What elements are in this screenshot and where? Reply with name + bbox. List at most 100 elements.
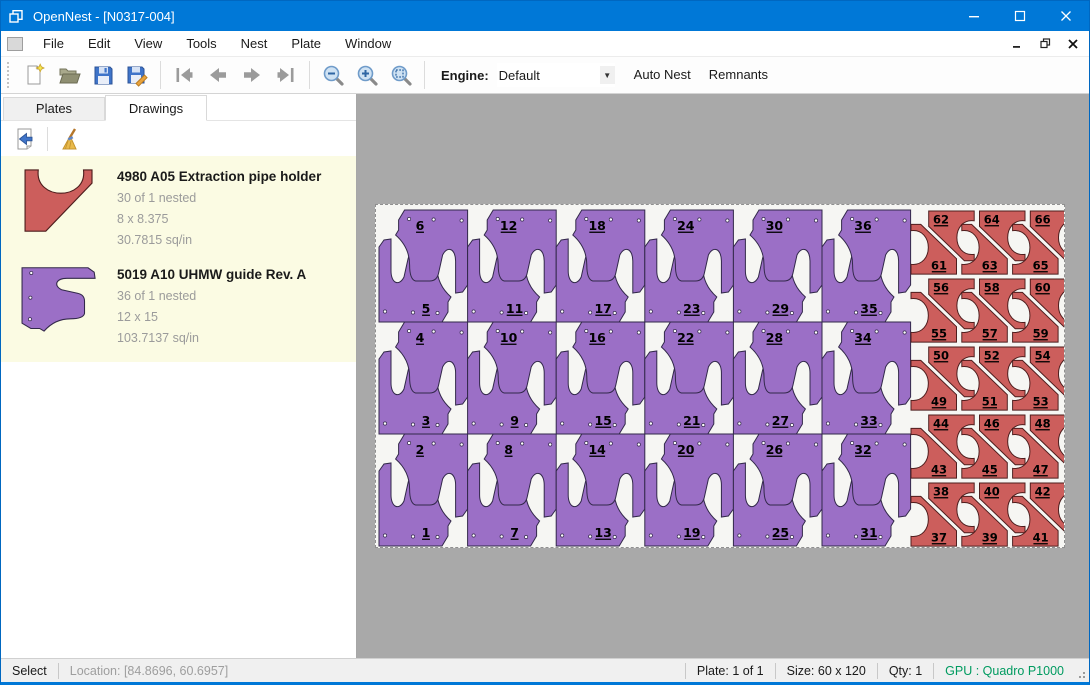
- mdi-document-icon[interactable]: [7, 37, 23, 51]
- status-mode: Select: [1, 664, 58, 678]
- import-drawing-button[interactable]: [9, 124, 39, 154]
- svg-text:36: 36: [854, 218, 872, 233]
- drawing-item-purple[interactable]: 5019 A10 UHMW guide Rev. A 36 of 1 neste…: [1, 258, 356, 356]
- status-qty: Qty: 1: [878, 664, 933, 678]
- drawing-thumbnail-purple: [15, 265, 103, 333]
- svg-text:45: 45: [982, 463, 998, 477]
- zoom-fit-button[interactable]: [384, 60, 418, 90]
- svg-text:6: 6: [416, 218, 425, 233]
- clear-drawings-button[interactable]: [56, 124, 86, 154]
- drawing-area: 103.7137 sq/in: [117, 328, 306, 349]
- menu-tools[interactable]: Tools: [174, 31, 228, 57]
- engine-select[interactable]: Default ▼: [497, 63, 615, 87]
- drawing-title: 5019 A10 UHMW guide Rev. A: [117, 265, 306, 286]
- svg-text:23: 23: [683, 301, 700, 316]
- new-file-button[interactable]: [18, 60, 52, 90]
- close-button[interactable]: [1043, 1, 1089, 31]
- svg-text:38: 38: [933, 485, 949, 499]
- remnants-button[interactable]: Remnants: [700, 61, 777, 89]
- svg-text:60: 60: [1035, 281, 1051, 295]
- svg-text:32: 32: [854, 442, 871, 457]
- plate[interactable]: 6512111817242330293635431091615222128273…: [375, 204, 1065, 548]
- mdi-close-button[interactable]: [1061, 33, 1085, 55]
- svg-text:1: 1: [422, 525, 431, 540]
- resize-grip[interactable]: [1075, 659, 1089, 682]
- minimize-button[interactable]: [951, 1, 997, 31]
- svg-text:56: 56: [933, 281, 949, 295]
- svg-text:4: 4: [416, 330, 425, 345]
- svg-text:46: 46: [984, 417, 1000, 431]
- toolbar-grip[interactable]: [7, 62, 12, 88]
- svg-text:51: 51: [982, 395, 998, 409]
- svg-text:27: 27: [772, 413, 789, 428]
- first-plate-button[interactable]: [167, 60, 201, 90]
- svg-text:3: 3: [422, 413, 431, 428]
- zoom-out-button[interactable]: [316, 60, 350, 90]
- svg-text:28: 28: [766, 330, 783, 345]
- svg-text:37: 37: [931, 531, 947, 545]
- svg-text:31: 31: [860, 525, 877, 540]
- status-bar: Select Location: [84.8696, 60.6957] Plat…: [1, 658, 1089, 682]
- svg-text:49: 49: [931, 395, 947, 409]
- menu-edit[interactable]: Edit: [76, 31, 122, 57]
- save-button[interactable]: [86, 60, 120, 90]
- svg-text:47: 47: [1033, 463, 1049, 477]
- svg-text:57: 57: [982, 327, 998, 341]
- svg-text:50: 50: [933, 349, 949, 363]
- svg-text:5: 5: [422, 301, 431, 316]
- svg-text:30: 30: [766, 218, 784, 233]
- mdi-minimize-button[interactable]: [1005, 33, 1029, 55]
- svg-text:20: 20: [677, 442, 695, 457]
- svg-text:9: 9: [510, 413, 519, 428]
- svg-text:29: 29: [772, 301, 789, 316]
- engine-value: Default: [497, 68, 600, 83]
- svg-text:41: 41: [1033, 531, 1049, 545]
- tab-plates[interactable]: Plates: [3, 97, 105, 120]
- svg-text:13: 13: [594, 525, 611, 540]
- svg-text:11: 11: [506, 301, 523, 316]
- drawing-thumbnail-red: [15, 167, 103, 235]
- svg-text:7: 7: [510, 525, 519, 540]
- drawing-item-red[interactable]: 4980 A05 Extraction pipe holder 30 of 1 …: [1, 160, 356, 258]
- status-size: Size: 60 x 120: [776, 664, 877, 678]
- svg-text:48: 48: [1035, 417, 1051, 431]
- drawing-size: 12 x 15: [117, 307, 306, 328]
- svg-text:12: 12: [500, 218, 517, 233]
- svg-text:24: 24: [677, 218, 695, 233]
- window-title: OpenNest - [N0317-004]: [31, 9, 951, 24]
- svg-text:40: 40: [984, 485, 1000, 499]
- open-file-button[interactable]: [52, 60, 86, 90]
- svg-text:42: 42: [1035, 485, 1051, 499]
- menu-nest[interactable]: Nest: [229, 31, 280, 57]
- app-window: OpenNest - [N0317-004] File Edit View To…: [0, 0, 1090, 685]
- drawings-toolbar: [1, 120, 356, 156]
- menu-view[interactable]: View: [122, 31, 174, 57]
- save-as-button[interactable]: [120, 60, 154, 90]
- menu-plate[interactable]: Plate: [279, 31, 333, 57]
- auto-nest-button[interactable]: Auto Nest: [625, 61, 700, 89]
- previous-plate-button[interactable]: [201, 60, 235, 90]
- tab-drawings[interactable]: Drawings: [105, 95, 207, 121]
- chevron-down-icon[interactable]: ▼: [600, 66, 615, 84]
- drawing-title: 4980 A05 Extraction pipe holder: [117, 167, 321, 188]
- mdi-restore-button[interactable]: [1033, 33, 1057, 55]
- svg-text:15: 15: [594, 413, 611, 428]
- zoom-in-button[interactable]: [350, 60, 384, 90]
- svg-text:21: 21: [683, 413, 700, 428]
- drawing-size: 8 x 8.375: [117, 209, 321, 230]
- svg-text:64: 64: [984, 213, 1000, 227]
- svg-text:58: 58: [984, 281, 1000, 295]
- last-plate-button[interactable]: [269, 60, 303, 90]
- status-plate: Plate: 1 of 1: [686, 664, 775, 678]
- panel-tabs: Plates Drawings: [1, 94, 356, 120]
- menu-window[interactable]: Window: [333, 31, 403, 57]
- svg-text:14: 14: [588, 442, 606, 457]
- menu-file[interactable]: File: [31, 31, 76, 57]
- nest-canvas[interactable]: 6512111817242330293635431091615222128273…: [357, 94, 1089, 658]
- svg-text:33: 33: [860, 413, 877, 428]
- svg-text:18: 18: [588, 218, 605, 233]
- svg-text:2: 2: [416, 442, 425, 457]
- title-bar: OpenNest - [N0317-004]: [1, 1, 1089, 31]
- next-plate-button[interactable]: [235, 60, 269, 90]
- maximize-button[interactable]: [997, 1, 1043, 31]
